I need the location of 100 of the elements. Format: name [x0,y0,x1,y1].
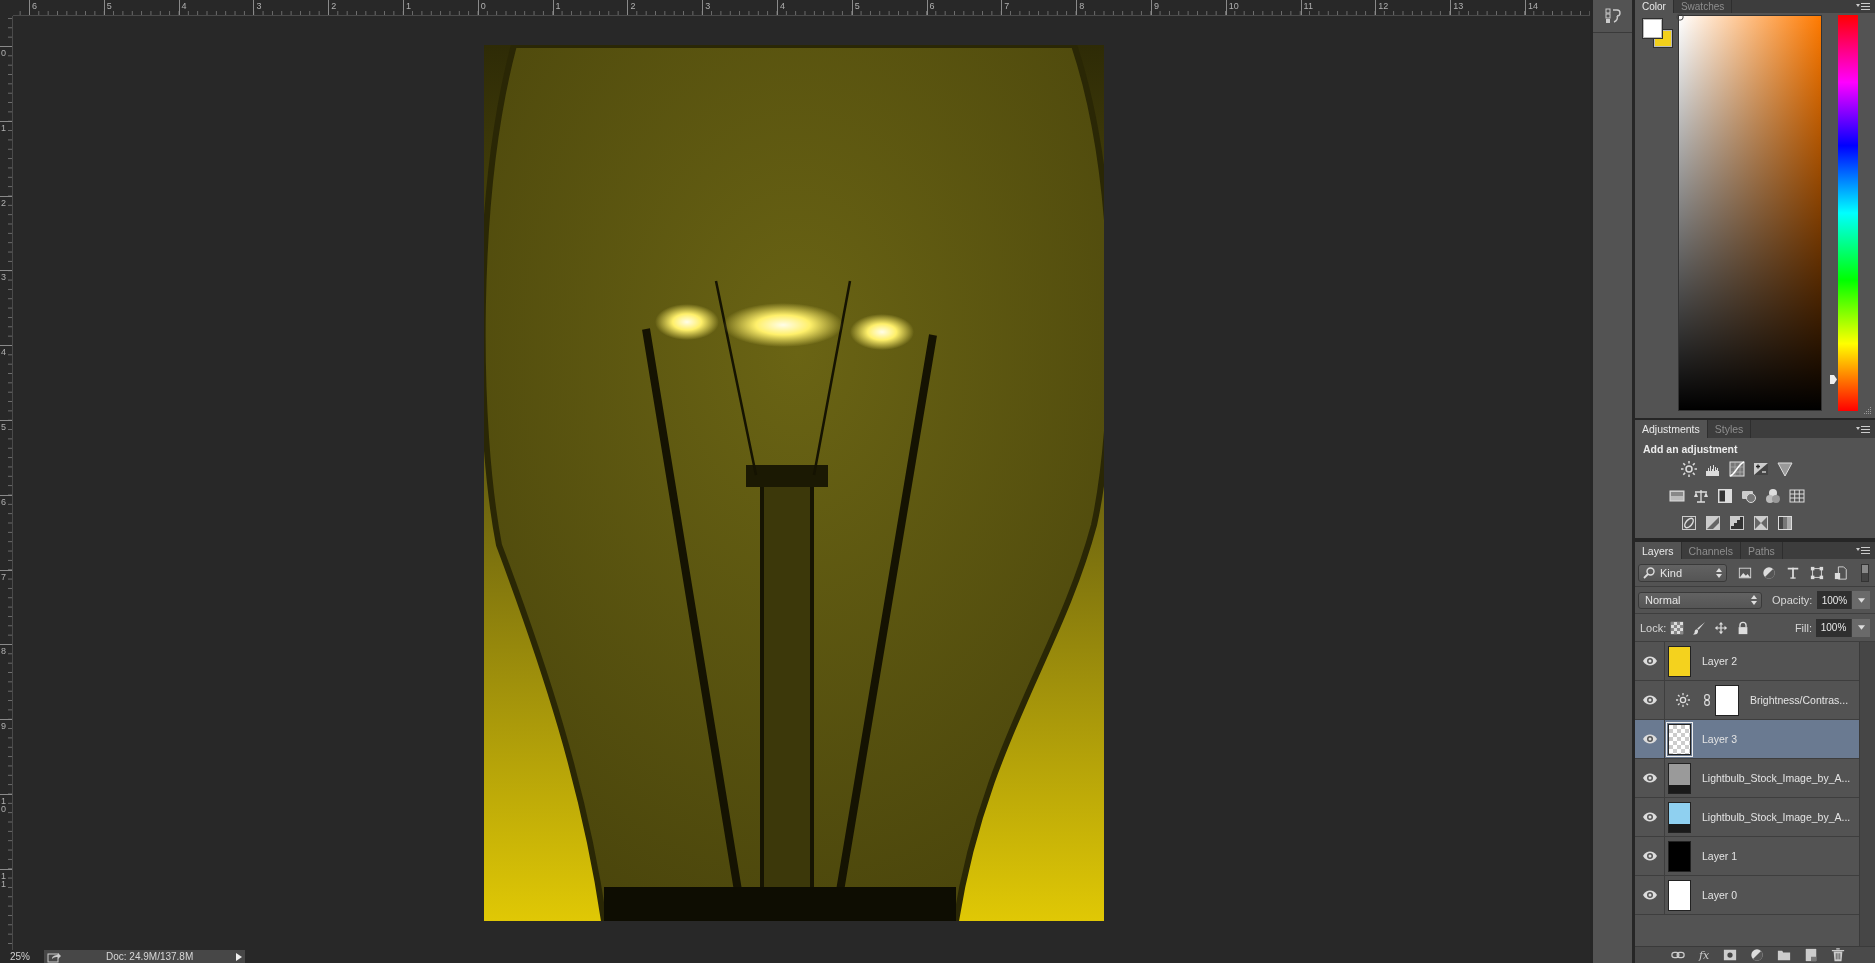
plus-minus-icon[interactable] [1753,461,1769,477]
curve-grid-icon[interactable] [1729,461,1745,477]
checkerboard-thumbnail-icon [1668,723,1691,755]
ellipse-square-icon[interactable] [1681,515,1697,531]
eye-icon[interactable] [1641,773,1658,783]
ruler-number: 2 [331,1,337,11]
ruler-number: 4 [1,348,7,357]
ruler-number: 3 [256,1,262,11]
new-page-icon[interactable] [1804,948,1819,962]
type-icon[interactable] [1786,565,1800,580]
ruler-number: 6 [1,497,7,506]
x-square-icon[interactable] [1753,515,1769,531]
opacity-field[interactable]: 100% [1817,591,1852,609]
effects-button[interactable]: fx [1698,948,1711,962]
caret-icon [1857,597,1865,603]
ruler-number: 14 [1527,1,1538,11]
grid-icon[interactable] [1789,488,1805,504]
fill-dropdown-button[interactable] [1851,618,1870,637]
triangle-icon[interactable] [1777,461,1793,477]
sun-icon[interactable] [1681,461,1697,477]
zoom-percentage[interactable]: 25% [10,950,44,963]
layer-row[interactable]: Lightbulb_Stock_Image_by_A... [1635,798,1859,837]
layer-row[interactable]: Layer 2 [1635,642,1859,681]
up-down-arrows-icon [1716,567,1722,578]
ruler-number: 11 [1,871,7,888]
fill-field[interactable]: 100% [1816,618,1851,637]
layer-row[interactable]: Layer 3 [1635,720,1859,759]
eye-icon[interactable] [1641,851,1658,861]
layer-row[interactable]: Layer 0 [1635,876,1859,915]
layer-row[interactable]: Layer 1 [1635,837,1859,876]
gradient-square-icon[interactable] [1777,515,1793,531]
ruler-number: 3 [1,273,7,282]
eye-icon[interactable] [1641,656,1658,666]
ruler-number: 10 [1228,1,1239,11]
panel-tab[interactable]: Channels [1681,542,1741,559]
squares-arrow-icon[interactable] [1604,8,1621,24]
panel-menu-icon[interactable] [1856,3,1870,10]
half-square-icon[interactable] [1717,488,1733,504]
resize-grip-icon[interactable] [1862,406,1872,415]
eye-icon[interactable] [1641,890,1658,900]
eye-icon[interactable] [1641,812,1658,822]
ruler-number: 1 [406,1,411,11]
half-circle-icon[interactable] [1762,565,1776,580]
hue-slider-thumb[interactable] [1830,374,1837,384]
ruler-number: 8 [1,647,7,656]
transform-box-icon[interactable] [1810,565,1824,580]
brush-icon[interactable] [1692,620,1707,635]
trash-icon[interactable] [1831,948,1846,962]
panel-tab[interactable]: Paths [1740,542,1783,559]
ruler-number: 13 [1453,1,1464,11]
image-icon[interactable] [1738,565,1752,580]
layer-name: Layer 1 [1702,850,1738,862]
ruler-number: 10 [1,796,7,813]
half-circle-icon[interactable] [1750,948,1765,962]
panel-tab[interactable]: Adjustments [1635,420,1708,438]
panel-menu-icon[interactable] [1856,425,1870,433]
opacity-dropdown-button[interactable] [1851,591,1870,609]
three-circles-icon[interactable] [1765,488,1781,504]
scales-icon[interactable] [1693,488,1709,504]
panel-tab[interactable]: Swatches [1673,0,1733,13]
panel-menu-icon[interactable] [1856,547,1870,554]
eye-icon[interactable] [1641,695,1658,705]
color-swatches-icon[interactable] [1642,18,1674,50]
ruler-number: 0 [480,1,486,11]
chain-link-icon[interactable] [1704,694,1710,706]
kind-filter-dropdown[interactable]: Kind [1638,563,1727,582]
ruler-number: 9 [1153,1,1159,11]
blend-mode-dropdown[interactable]: Normal [1638,591,1762,609]
fill-label: Fill: [1794,621,1812,634]
toggle-switch-icon[interactable] [1861,563,1869,582]
diagonal-square-icon[interactable] [1705,515,1721,531]
stairs-icon[interactable] [1729,515,1745,531]
camera-icon[interactable] [1741,488,1757,504]
layer-name: Layer 0 [1702,889,1738,901]
layer-name: Layer 3 [1702,733,1738,745]
panel-tab[interactable]: Color [1635,0,1674,13]
checkerboard-icon[interactable] [1670,620,1685,635]
panel-heading: Add an adjustment [1642,442,1738,456]
search-icon [1643,566,1655,579]
folder-icon[interactable] [1777,948,1792,962]
panel-tab[interactable]: Layers [1635,542,1682,559]
ruler-number: 12 [1378,1,1389,11]
ruler-number: 5 [1,423,7,431]
right-triangle-icon[interactable] [236,952,242,961]
panel-tab[interactable]: Styles [1707,420,1752,438]
caret-icon [1857,625,1865,630]
mask-icon[interactable] [1723,948,1738,962]
move-arrows-icon[interactable] [1714,620,1729,635]
layer-name: Brightness/Contras... [1750,694,1849,706]
layer-name: Lightbulb_Stock_Image_by_A... [1702,772,1851,784]
ruler-number: 8 [1079,1,1085,11]
ruler-number: 4 [779,1,785,11]
sun-icon [1676,693,1690,707]
opacity-label: Opacity: [1772,594,1813,606]
eye-icon[interactable] [1641,734,1658,744]
gradient-bar-icon[interactable] [1669,488,1685,504]
color-field[interactable] [1678,15,1822,411]
layer-row[interactable]: Lightbulb_Stock_Image_by_A... [1635,759,1859,798]
ruler-number: 6 [32,1,37,11]
hue-slider[interactable] [1830,15,1858,411]
